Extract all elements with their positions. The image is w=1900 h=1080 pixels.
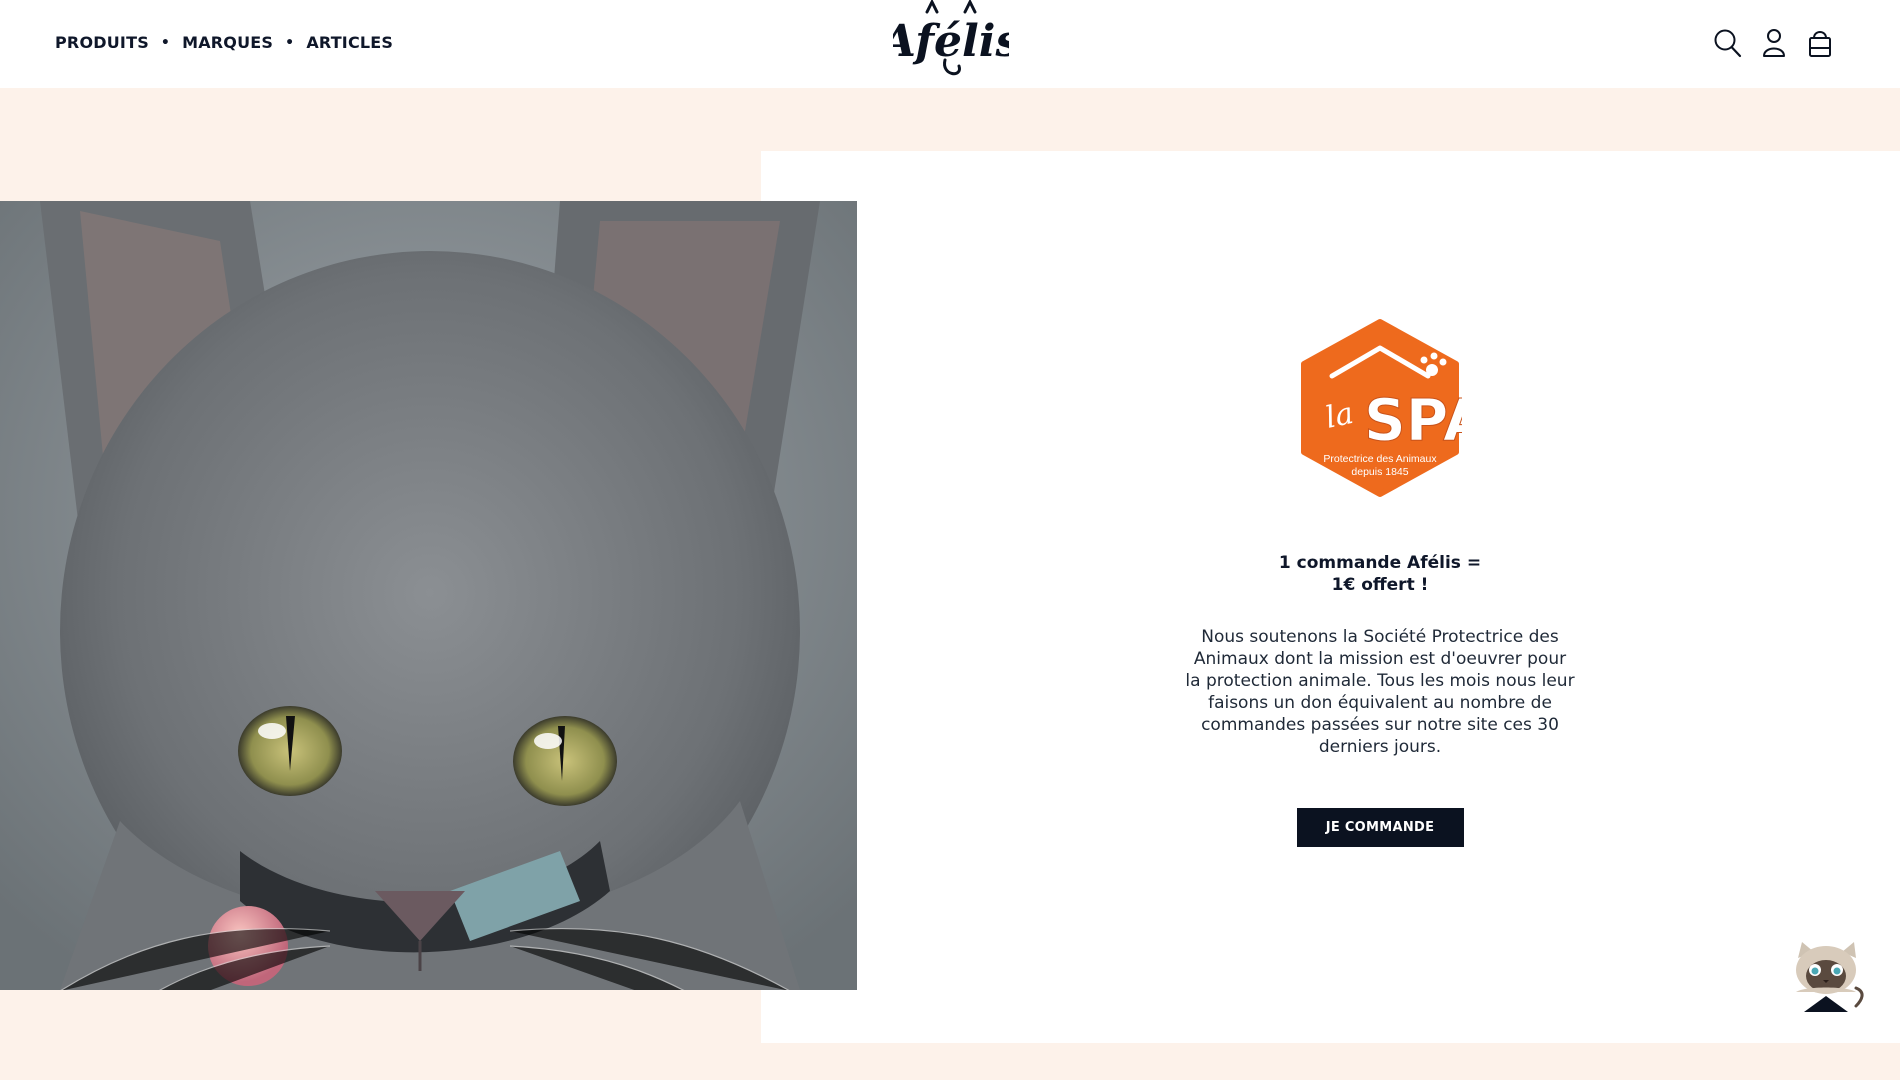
nav-separator: • — [160, 34, 171, 51]
header-actions — [1700, 26, 1900, 62]
afelis-logo-icon: Afélis — [878, 0, 1020, 76]
site-header: PRODUITS • MARQUES • ARTICLES Afélis — [0, 0, 1900, 88]
cat-photo — [0, 201, 857, 990]
cat-scroll-top-icon — [1796, 942, 1864, 1012]
order-button[interactable]: JE COMMANDE — [1296, 808, 1464, 847]
spa-logo-icon: la SPA Protectrice des Animaux depuis 18… — [1301, 319, 1462, 497]
search-icon[interactable] — [1712, 26, 1744, 60]
nav-separator: • — [285, 34, 295, 51]
svg-text:SPA: SPA — [1364, 386, 1462, 454]
nav-produits[interactable]: PRODUITS — [55, 33, 149, 52]
promo-title-line1: 1 commande Afélis = — [1278, 553, 1482, 573]
promo-content: la SPA Protectrice des Animaux depuis 18… — [1180, 318, 1580, 847]
nav-articles[interactable]: ARTICLES — [306, 33, 393, 52]
site-logo[interactable]: Afélis — [878, 0, 1020, 84]
logo-wordmark: Afélis — [893, 16, 1009, 67]
main-nav: PRODUITS • MARQUES • ARTICLES — [55, 33, 393, 52]
promo-title: 1 commande Afélis = 1€ offert ! — [1180, 552, 1580, 596]
nav-marques[interactable]: MARQUES — [182, 33, 273, 52]
spa-tagline-1: Protectrice des Animaux — [1323, 453, 1437, 465]
spa-tagline-2: depuis 1845 — [1351, 466, 1408, 478]
account-icon[interactable] — [1758, 26, 1790, 60]
cart-icon[interactable] — [1804, 26, 1836, 60]
back-to-top-button[interactable] — [1784, 940, 1868, 1020]
promo-description: Nous soutenons la Société Protectrice de… — [1185, 627, 1575, 757]
promo-title-line2: 1€ offert ! — [1331, 575, 1429, 595]
